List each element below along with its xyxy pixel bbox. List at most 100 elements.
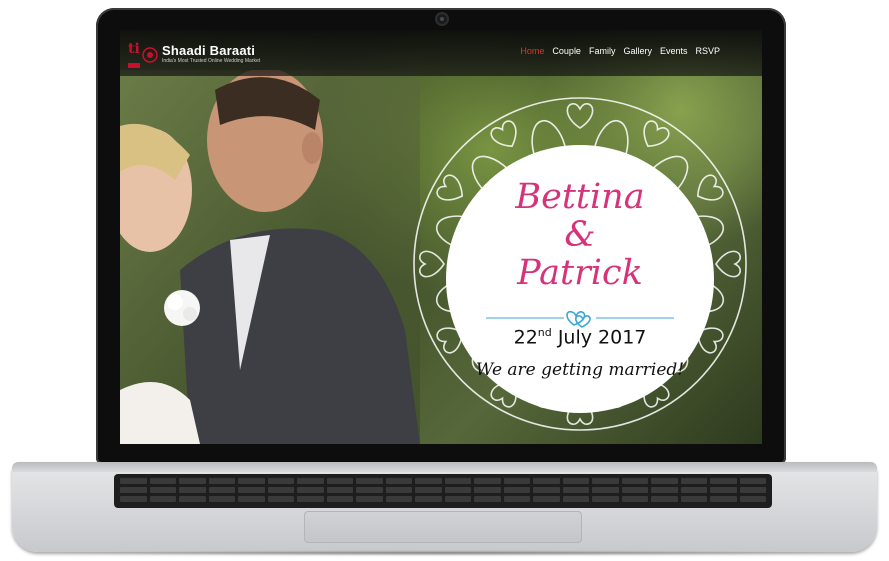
key bbox=[533, 496, 560, 502]
key bbox=[651, 487, 678, 493]
key bbox=[326, 478, 353, 484]
key-row bbox=[120, 478, 766, 484]
key bbox=[651, 496, 678, 502]
key bbox=[415, 496, 442, 502]
wedding-date: 22nd July 2017 bbox=[446, 326, 714, 348]
key bbox=[297, 496, 324, 502]
key bbox=[680, 496, 707, 502]
brand-tagline: India's Most Trusted Online Wedding Mark… bbox=[162, 58, 261, 64]
laptop-hinge bbox=[12, 462, 877, 472]
key bbox=[120, 478, 147, 484]
key bbox=[267, 487, 294, 493]
mandala-heart-icon bbox=[715, 250, 741, 278]
key bbox=[385, 487, 412, 493]
key bbox=[680, 487, 707, 493]
key bbox=[120, 496, 147, 502]
key bbox=[356, 487, 383, 493]
key bbox=[415, 487, 442, 493]
nav-gallery[interactable]: Gallery bbox=[623, 46, 652, 56]
nav-family[interactable]: Family bbox=[589, 46, 616, 56]
nav-rsvp[interactable]: RSVP bbox=[695, 46, 720, 56]
brand-name: Shaadi Baraati bbox=[162, 43, 256, 58]
key-row bbox=[120, 487, 766, 493]
mandala-heart-icon bbox=[643, 120, 670, 148]
trackpad bbox=[304, 511, 582, 543]
key bbox=[592, 496, 619, 502]
key bbox=[415, 478, 442, 484]
nav-events[interactable]: Events bbox=[660, 46, 688, 56]
key bbox=[503, 478, 530, 484]
logo-mark-icon: ti bbox=[128, 41, 158, 68]
key bbox=[621, 487, 648, 493]
key bbox=[444, 496, 471, 502]
key bbox=[297, 487, 324, 493]
key bbox=[267, 478, 294, 484]
key bbox=[179, 478, 206, 484]
key bbox=[680, 478, 707, 484]
key bbox=[503, 496, 530, 502]
keyboard bbox=[114, 474, 772, 508]
date-suffix: nd bbox=[537, 326, 552, 339]
key bbox=[474, 478, 501, 484]
key bbox=[474, 496, 501, 502]
key bbox=[562, 496, 589, 502]
key bbox=[120, 487, 147, 493]
key bbox=[179, 496, 206, 502]
key bbox=[149, 487, 176, 493]
key bbox=[149, 496, 176, 502]
key bbox=[208, 478, 235, 484]
hero-banner: ti Shaadi Baraati India's Most Trusted O… bbox=[120, 30, 762, 444]
key bbox=[356, 496, 383, 502]
site-logo[interactable]: ti Shaadi Baraati India's Most Trusted O… bbox=[126, 36, 260, 72]
laptop-screen: ti Shaadi Baraati India's Most Trusted O… bbox=[120, 30, 762, 444]
key bbox=[474, 487, 501, 493]
key bbox=[533, 478, 560, 484]
key bbox=[297, 478, 324, 484]
key bbox=[710, 487, 737, 493]
key bbox=[444, 487, 471, 493]
key bbox=[238, 478, 265, 484]
key bbox=[208, 496, 235, 502]
bride-name: Bettina bbox=[515, 177, 645, 217]
date-day: 22 bbox=[513, 326, 538, 349]
webcam-icon bbox=[437, 14, 447, 24]
key bbox=[621, 496, 648, 502]
key bbox=[739, 487, 766, 493]
key bbox=[326, 487, 353, 493]
nav-home[interactable]: Home bbox=[520, 46, 544, 56]
key bbox=[562, 478, 589, 484]
couple-names: Bettina & Patrick bbox=[446, 178, 714, 292]
key bbox=[238, 496, 265, 502]
svg-text:ti: ti bbox=[128, 41, 140, 57]
nav-couple[interactable]: Couple bbox=[552, 46, 581, 56]
invitation-tagline: We are getting married! bbox=[475, 360, 685, 380]
key bbox=[385, 478, 412, 484]
key bbox=[739, 478, 766, 484]
date-month-year: July 2017 bbox=[557, 326, 647, 349]
site-navbar: ti Shaadi Baraati India's Most Trusted O… bbox=[120, 30, 762, 76]
mandala-heart-icon bbox=[419, 250, 445, 278]
key bbox=[562, 487, 589, 493]
groom-name: Patrick bbox=[517, 253, 643, 293]
laptop-shadow bbox=[40, 550, 849, 556]
key-row bbox=[120, 496, 766, 502]
key bbox=[621, 478, 648, 484]
key bbox=[149, 478, 176, 484]
main-nav: Home Couple Family Gallery Events RSVP bbox=[520, 46, 720, 56]
mandala-heart-icon bbox=[566, 103, 594, 129]
key bbox=[739, 496, 766, 502]
key bbox=[238, 487, 265, 493]
key bbox=[592, 487, 619, 493]
key bbox=[385, 496, 412, 502]
ampersand: & bbox=[564, 215, 596, 255]
key bbox=[444, 478, 471, 484]
key bbox=[651, 478, 678, 484]
key bbox=[208, 487, 235, 493]
key bbox=[503, 487, 530, 493]
key bbox=[179, 487, 206, 493]
key bbox=[710, 496, 737, 502]
key bbox=[710, 478, 737, 484]
key bbox=[267, 496, 294, 502]
key bbox=[592, 478, 619, 484]
mandala-heart-icon bbox=[490, 120, 517, 148]
